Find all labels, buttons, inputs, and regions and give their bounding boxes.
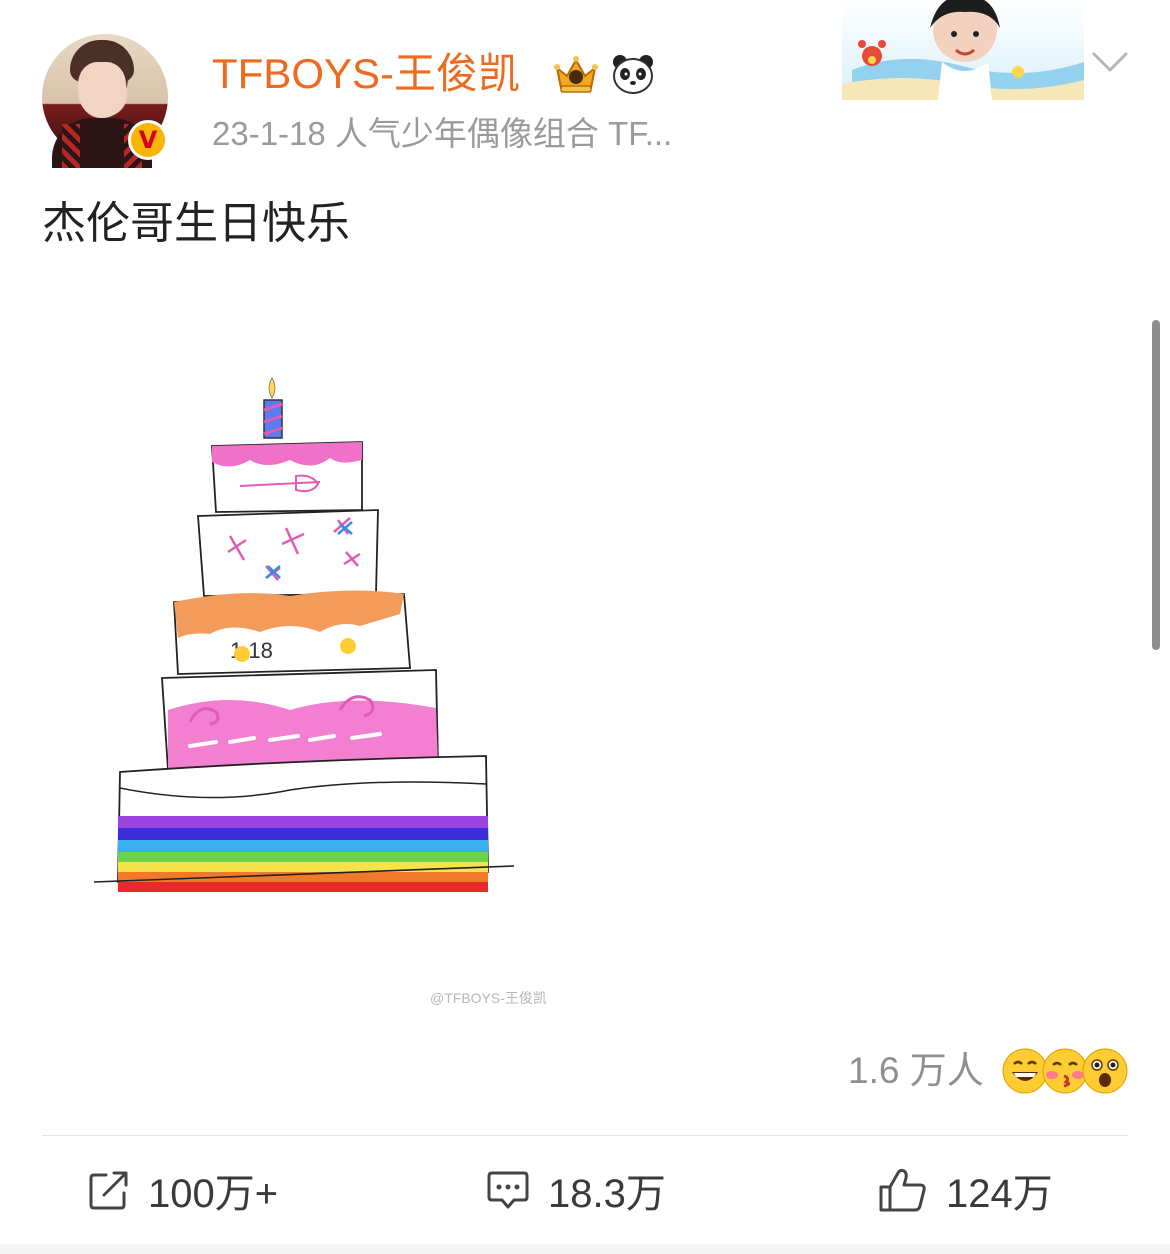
post-text: 杰伦哥生日快乐 [42,198,350,249]
username[interactable]: TFBOYS-王俊凯 [212,48,520,100]
bottom-separator [0,1244,1170,1254]
reaction-count[interactable]: 1.6 万人 [848,1048,984,1094]
surprised-emoji-icon[interactable] [1082,1048,1128,1094]
card-decoration-image[interactable] [842,0,1084,100]
repost-count: 100万+ [148,1172,279,1216]
panda-icon[interactable] [610,52,656,96]
comment-count: 18.3万 [548,1172,666,1216]
verified-mark: V [138,126,158,154]
image-watermark: @TFBOYS-王俊凯 [430,990,547,1006]
post-meta: 23-1-18 人气少年偶像组合 TF... [212,115,673,152]
crown-icon[interactable] [551,52,601,96]
divider [42,1135,1128,1136]
comment-icon [487,1171,529,1209]
repost-button[interactable]: 100万+ [88,1160,278,1220]
comment-button[interactable]: 18.3万 [486,1160,666,1220]
thumbs-up-icon [879,1168,926,1212]
avatar-face [78,62,126,118]
verified-badge-icon: V [128,120,168,160]
repost-icon [89,1171,128,1210]
like-count: 124万 [946,1172,1053,1216]
like-button[interactable]: 124万 [878,1160,1053,1220]
birthday-cake-image[interactable]: 1.18 [90,370,520,900]
scrollbar[interactable] [1152,320,1160,650]
chevron-down-icon[interactable] [1090,44,1130,78]
